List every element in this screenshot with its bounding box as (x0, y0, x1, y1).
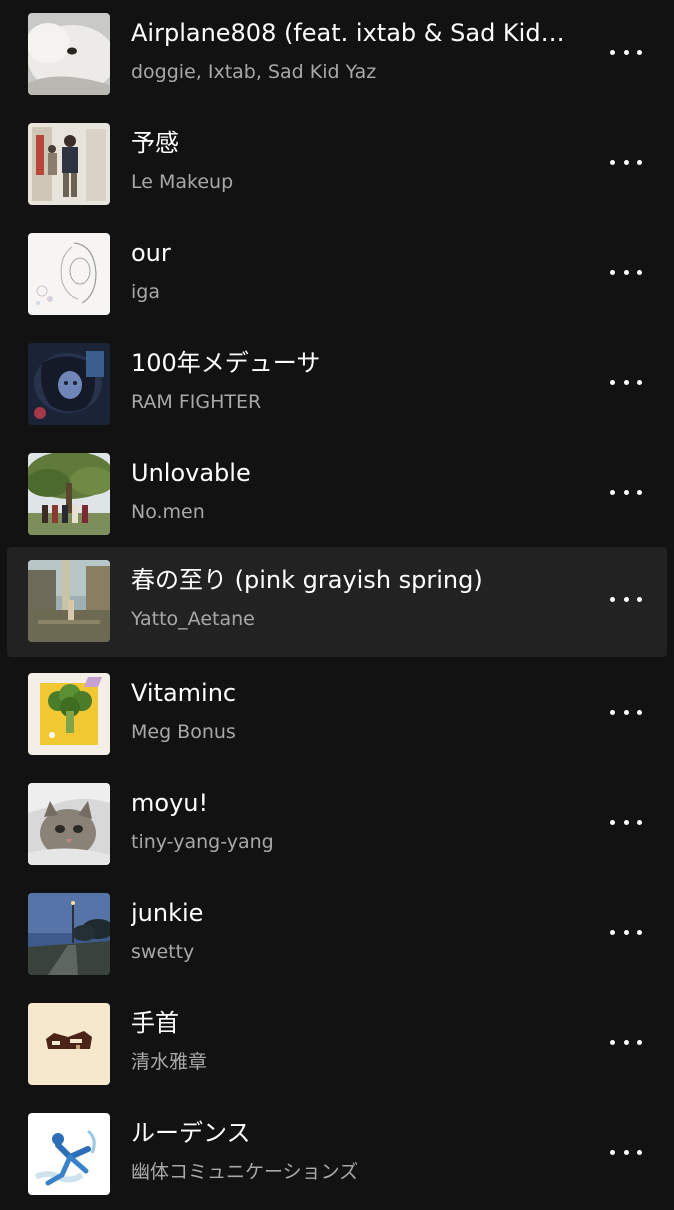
track-artist: Yatto_Aetane (131, 608, 255, 630)
track-row[interactable]: ルーデンス 幽体コミュニケーションズ (0, 1100, 674, 1210)
track-artist: 清水雅章 (131, 1051, 208, 1073)
abstract-cream-artwork (28, 1003, 110, 1085)
track-title: 予感 (131, 129, 179, 157)
track-artist: swetty (131, 941, 195, 963)
cat-artwork (28, 783, 110, 865)
track-title: Unlovable (131, 459, 251, 487)
more-options-icon[interactable] (604, 1140, 648, 1164)
people-in-room-artwork (28, 123, 110, 205)
more-options-icon[interactable] (604, 700, 648, 724)
track-row[interactable]: Airplane808 (feat. ixtab & Sad Kid Yaz) … (0, 0, 674, 110)
track-row[interactable]: junkie swetty (0, 880, 674, 990)
more-options-icon[interactable] (604, 587, 648, 611)
track-title: 手首 (131, 1009, 179, 1037)
track-artist: iga (131, 281, 160, 303)
more-options-icon[interactable] (604, 40, 648, 64)
more-options-icon[interactable] (604, 260, 648, 284)
track-title: Airplane808 (feat. ixtab & Sad Kid Yaz) (131, 19, 571, 47)
track-row[interactable]: 手首 清水雅章 (0, 990, 674, 1100)
more-options-icon[interactable] (604, 810, 648, 834)
more-options-icon[interactable] (604, 480, 648, 504)
sketch-girl-artwork (28, 233, 110, 315)
track-title: Vitaminc (131, 679, 237, 707)
track-list: Airplane808 (feat. ixtab & Sad Kid Yaz) … (0, 0, 674, 1200)
white-dog-artwork (28, 13, 110, 95)
more-options-icon[interactable] (604, 920, 648, 944)
track-artist: doggie, Ixtab, Sad Kid Yaz (131, 61, 377, 83)
track-artist: RAM FIGHTER (131, 391, 262, 413)
track-row-selected[interactable]: 春の至り (pink grayish spring) Yatto_Aetane (0, 547, 674, 657)
track-artist: Le Makeup (131, 171, 234, 193)
track-title: 100年メデューサ (131, 349, 321, 377)
more-options-icon[interactable] (604, 150, 648, 174)
track-title: ルーデンス (131, 1119, 251, 1147)
track-title: moyu! (131, 789, 209, 817)
night-road-artwork (28, 893, 110, 975)
blue-dancer-artwork (28, 1113, 110, 1195)
track-row[interactable]: our iga (0, 220, 674, 330)
broccoli-artwork (28, 673, 110, 755)
street-scene-artwork (28, 560, 110, 642)
track-row[interactable]: moyu! tiny-yang-yang (0, 770, 674, 880)
more-options-icon[interactable] (604, 1030, 648, 1054)
band-under-tree-artwork (28, 453, 110, 535)
anime-girl-artwork (28, 343, 110, 425)
track-artist: Meg Bonus (131, 721, 236, 743)
track-row[interactable]: Vitaminc Meg Bonus (0, 660, 674, 770)
track-title: junkie (131, 899, 204, 927)
track-row[interactable]: Unlovable No.men (0, 440, 674, 550)
track-artist: tiny-yang-yang (131, 831, 274, 853)
track-title: 春の至り (pink grayish spring) (131, 566, 483, 594)
track-artist: 幽体コミュニケーションズ (131, 1161, 359, 1183)
track-artist: No.men (131, 501, 205, 523)
track-title: our (131, 239, 171, 267)
more-options-icon[interactable] (604, 370, 648, 394)
track-row[interactable]: 予感 Le Makeup (0, 110, 674, 220)
track-row[interactable]: 100年メデューサ RAM FIGHTER (0, 330, 674, 440)
